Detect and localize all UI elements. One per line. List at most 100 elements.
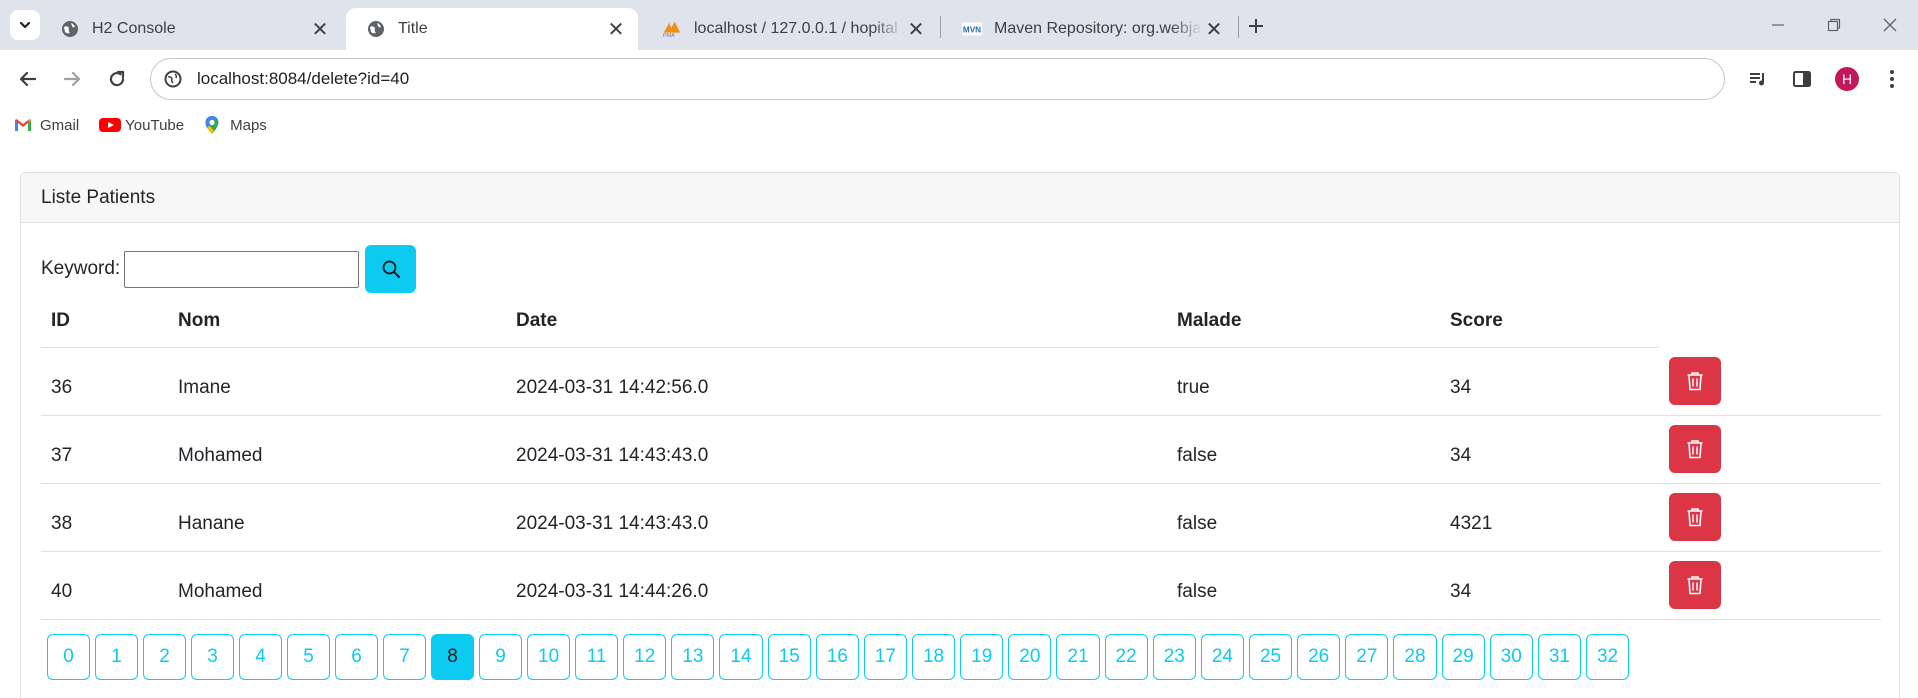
search-label: Keyword: (41, 258, 121, 279)
cell-date: 2024-03-31 14:44:26.0 (506, 551, 1167, 620)
table-header-row: ID Nom Date Malade Score (41, 295, 1881, 348)
arrow-left-icon (19, 71, 37, 87)
tab-title: Title (398, 20, 428, 37)
close-icon[interactable]: ✕ (904, 17, 928, 41)
page-button-32[interactable]: 32 (1585, 634, 1630, 680)
page-button-10[interactable]: 10 (527, 634, 571, 680)
page-button-4[interactable]: 4 (239, 634, 282, 680)
cell-date: 2024-03-31 14:42:56.0 (506, 347, 1167, 416)
menu-button[interactable] (1876, 63, 1908, 95)
cell-actions (1659, 347, 1881, 416)
page-button-19[interactable]: 19 (960, 634, 1004, 680)
page-button-23[interactable]: 23 (1152, 634, 1196, 680)
column-header-malade: Malade (1167, 295, 1440, 348)
bookmark-maps[interactable]: Maps (204, 116, 267, 134)
cell-nom: Mohamed (168, 551, 506, 620)
page-button-28[interactable]: 28 (1393, 634, 1437, 680)
page-button-25[interactable]: 25 (1248, 634, 1293, 680)
tab-phpmyadmin[interactable]: PMA localhost / 127.0.0.1 / hopital / p … (642, 8, 938, 50)
reload-button[interactable] (101, 63, 133, 95)
svg-text:MVN: MVN (963, 26, 981, 35)
page-button-26[interactable]: 26 (1297, 634, 1341, 680)
media-controls-button[interactable] (1742, 63, 1774, 95)
page-button-0[interactable]: 0 (47, 634, 90, 680)
tab-title: Maven Repository: org.webjars:b (994, 20, 1202, 37)
search-form: Keyword: (41, 245, 417, 293)
search-button[interactable] (365, 245, 417, 293)
tab-separator (940, 16, 941, 38)
chevron-down-icon (19, 21, 31, 29)
close-icon[interactable]: ✕ (308, 17, 332, 41)
avatar: H (1835, 67, 1859, 91)
card-title: Liste Patients (41, 186, 156, 208)
back-button[interactable] (12, 63, 44, 95)
page-button-29[interactable]: 29 (1441, 634, 1485, 680)
page-button-31[interactable]: 31 (1537, 634, 1581, 680)
page-button-17[interactable]: 17 (863, 634, 907, 680)
cell-nom: Imane (168, 347, 506, 416)
page-button-1[interactable]: 1 (95, 634, 138, 680)
pagination: 0 1 2 3 4 5 6 7 8 9 10 11 12 13 14 15 16 17 18 19 20 21 22 23 24… (47, 634, 1634, 680)
page-button-12[interactable]: 12 (623, 634, 667, 680)
cell-actions (1659, 551, 1881, 620)
globe-icon (366, 19, 386, 39)
side-panel-icon (1793, 71, 1811, 87)
page-button-7[interactable]: 7 (383, 634, 426, 680)
cell-date: 2024-03-31 14:43:43.0 (506, 415, 1167, 484)
delete-button[interactable] (1669, 356, 1721, 405)
close-icon[interactable]: ✕ (604, 17, 628, 41)
bookmark-label: Gmail (40, 116, 80, 134)
page-button-9[interactable]: 9 (479, 634, 522, 680)
page-button-8[interactable]: 8 (431, 634, 474, 680)
page-button-11[interactable]: 11 (575, 634, 619, 680)
delete-button[interactable] (1669, 425, 1721, 473)
delete-button[interactable] (1669, 561, 1721, 609)
close-icon[interactable]: ✕ (1202, 17, 1226, 41)
bookmarks-bar: Gmail YouTube Maps (0, 108, 1918, 142)
page-button-13[interactable]: 13 (671, 634, 715, 680)
cell-id: 36 (41, 347, 168, 416)
tab-title-page[interactable]: Title ✕ (346, 8, 638, 50)
delete-button[interactable] (1669, 493, 1721, 541)
trash-icon (1687, 508, 1703, 527)
tab-search-button[interactable] (10, 10, 40, 40)
page-button-22[interactable]: 22 (1104, 634, 1148, 680)
bookmark-youtube[interactable]: YouTube (99, 116, 184, 134)
site-info-icon[interactable] (163, 69, 183, 89)
new-tab-button[interactable] (1242, 12, 1270, 40)
page-button-16[interactable]: 16 (815, 634, 859, 680)
cell-id: 37 (41, 415, 168, 484)
page-button-27[interactable]: 27 (1345, 634, 1389, 680)
page-button-30[interactable]: 30 (1489, 634, 1533, 680)
tab-h2-console[interactable]: H2 Console ✕ (40, 8, 342, 50)
page-button-14[interactable]: 14 (719, 634, 763, 680)
restore-button[interactable] (1820, 12, 1848, 38)
playlist-icon (1750, 73, 1764, 86)
minimize-button[interactable] (1764, 12, 1792, 38)
close-icon (1883, 18, 1897, 32)
side-panel-button[interactable] (1786, 63, 1818, 95)
browser-toolbar: localhost:8084/delete?id=40 H (0, 50, 1918, 108)
forward-button[interactable] (56, 63, 88, 95)
page-button-18[interactable]: 18 (911, 634, 956, 680)
address-bar[interactable]: localhost:8084/delete?id=40 (150, 58, 1725, 100)
page-button-3[interactable]: 3 (191, 634, 234, 680)
page-button-20[interactable]: 20 (1008, 634, 1052, 680)
trash-icon (1687, 576, 1703, 595)
bookmark-gmail[interactable]: Gmail (14, 116, 79, 134)
page-button-21[interactable]: 21 (1056, 634, 1100, 680)
table-row: 40 Mohamed 2024-03-31 14:44:26.0 false 3… (41, 551, 1881, 620)
trash-icon (1687, 371, 1703, 391)
keyword-input[interactable] (124, 250, 360, 288)
page-button-6[interactable]: 6 (335, 634, 378, 680)
window-close-button[interactable] (1876, 12, 1904, 38)
page-button-24[interactable]: 24 (1200, 634, 1244, 680)
page-button-15[interactable]: 15 (767, 634, 811, 680)
page-button-2[interactable]: 2 (143, 634, 186, 680)
plus-icon (1249, 19, 1263, 33)
profile-button[interactable]: H (1831, 63, 1863, 95)
search-icon (382, 260, 400, 278)
cell-score: 34 (1440, 551, 1659, 620)
tab-maven-repository[interactable]: MVN Maven Repository: org.webjars:b ✕ (942, 8, 1236, 50)
page-button-5[interactable]: 5 (287, 634, 330, 680)
